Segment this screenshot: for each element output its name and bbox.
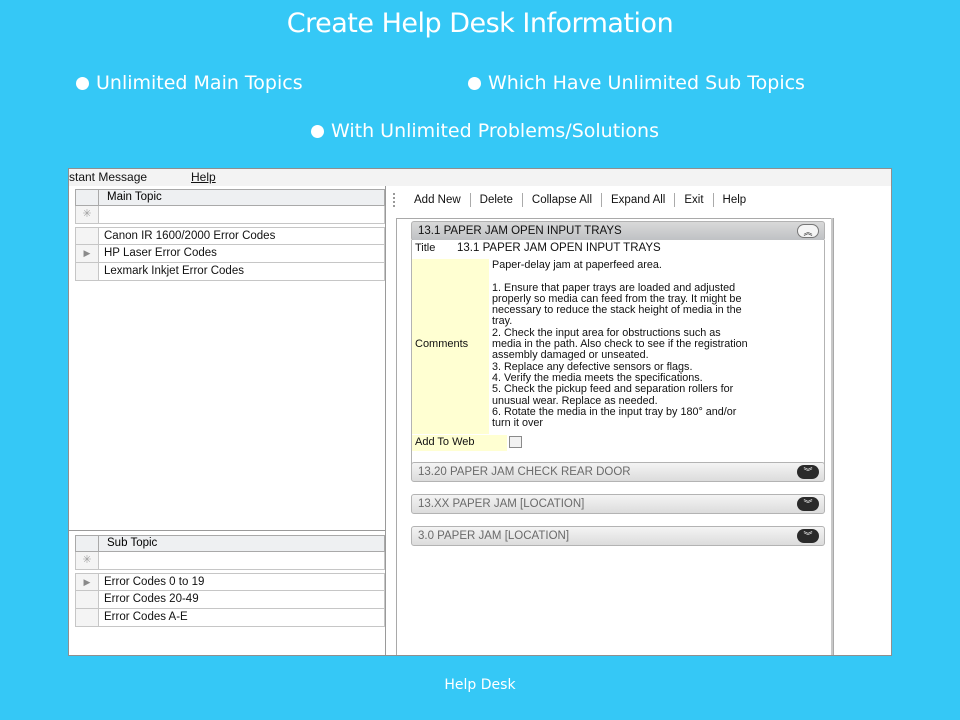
help-desk-window: stant Message Help Main Topic ✳ Canon IR…: [68, 168, 892, 656]
menu-help[interactable]: Help: [191, 170, 216, 184]
topic-pane: Main Topic ✳ Canon IR 1600/2000 Error Co…: [69, 186, 386, 655]
sub-topic-header[interactable]: Sub Topic: [75, 535, 385, 552]
asterisk-icon: ✳: [76, 552, 99, 569]
toolbar: Add New Delete Collapse All Expand All E…: [393, 189, 833, 211]
sub-topic-row[interactable]: ▶ Error Codes 0 to 19: [75, 573, 385, 591]
main-topic-row[interactable]: ▶ HP Laser Error Codes: [75, 245, 385, 263]
sub-topic-header-label: Sub Topic: [107, 537, 158, 549]
triangle-right-icon: ▶: [76, 245, 99, 262]
comments-label: Comments: [415, 338, 469, 350]
panel-header-check-rear-door[interactable]: 13.20 PAPER JAM CHECK REAR DOOR ︾: [411, 462, 825, 482]
triangle-right-icon: ▶: [76, 574, 99, 590]
bullet-text: Unlimited Main Topics: [96, 72, 303, 94]
chevron-down-double-icon[interactable]: ︾: [797, 529, 819, 543]
asterisk-icon: ✳: [76, 206, 99, 223]
toolbar-grip-icon[interactable]: [393, 193, 397, 207]
panel-header-label: 3.0 PAPER JAM [LOCATION]: [418, 530, 570, 542]
comment-line: necessary to reduce the stack height of …: [492, 304, 742, 317]
problem-accordion: 13.1 PAPER JAM OPEN INPUT TRAYS ︽ Title …: [396, 218, 834, 655]
sub-topic-cell: Error Codes A-E: [104, 611, 188, 623]
sub-topic-cell: Error Codes 20-49: [104, 593, 199, 605]
menu-bar: stant Message Help: [69, 169, 891, 186]
comment-line: [492, 271, 822, 282]
comment-line: 5. Check the pickup feed and separation …: [492, 383, 734, 396]
bullet-dot-icon: [468, 76, 481, 90]
panel-header-paper-jam-input-trays[interactable]: 13.1 PAPER JAM OPEN INPUT TRAYS ︽: [411, 221, 825, 241]
slide-title: Create Help Desk Information: [286, 8, 674, 39]
bullet-dot-icon: [311, 124, 324, 138]
add-to-web-checkbox[interactable]: [509, 436, 522, 448]
sub-topic-row[interactable]: Error Codes 20-49: [75, 591, 385, 609]
bullet-text: With Unlimited Problems/Solutions: [331, 120, 659, 142]
row-selector: [76, 609, 99, 626]
sub-topic-new-row[interactable]: ✳: [75, 552, 385, 570]
bullet-main-topics: Unlimited Main Topics: [76, 72, 303, 94]
main-topic-cell: HP Laser Error Codes: [104, 247, 217, 259]
main-topic-row[interactable]: Canon IR 1600/2000 Error Codes: [75, 227, 385, 245]
chevron-down-double-icon[interactable]: ︾: [797, 497, 819, 511]
sub-topic-row[interactable]: Error Codes A-E: [75, 609, 385, 627]
comment-line: turn it over: [492, 417, 544, 430]
main-topic-row[interactable]: Lexmark Inkjet Error Codes: [75, 263, 385, 281]
comment-line: Paper-delay jam at paperfeed area.: [492, 259, 662, 271]
main-topic-header[interactable]: Main Topic: [75, 189, 385, 206]
panel-header-label: 13.XX PAPER JAM [LOCATION]: [418, 498, 585, 510]
panel-header-label: 13.1 PAPER JAM OPEN INPUT TRAYS: [418, 225, 622, 237]
new-row-cell: [99, 206, 104, 223]
accordion-border: [831, 218, 833, 655]
add-new-button[interactable]: Add New: [405, 194, 470, 206]
pane-splitter[interactable]: [69, 530, 386, 533]
slide-footer: Help Desk: [444, 677, 516, 693]
main-topic-cell: Canon IR 1600/2000 Error Codes: [104, 230, 276, 242]
title-field: Title 13.1 PAPER JAM OPEN INPUT TRAYS: [415, 242, 823, 258]
main-topic-header-label: Main Topic: [107, 191, 162, 203]
sub-topic-cell: Error Codes 0 to 19: [104, 576, 205, 588]
bullet-dot-icon: [76, 76, 89, 90]
panel-body-paper-jam-input-trays: Title 13.1 PAPER JAM OPEN INPUT TRAYS Co…: [411, 240, 825, 476]
menu-instant-message[interactable]: stant Message: [69, 170, 147, 184]
main-topic-new-row[interactable]: ✳: [75, 206, 385, 224]
problem-pane: Add New Delete Collapse All Expand All E…: [387, 186, 891, 655]
header-selector-cell: [76, 190, 99, 205]
help-button[interactable]: Help: [714, 194, 756, 206]
row-selector: [76, 228, 99, 244]
bullet-text: Which Have Unlimited Sub Topics: [488, 72, 805, 94]
bullet-sub-topics: Which Have Unlimited Sub Topics: [468, 72, 805, 94]
row-selector: [76, 591, 99, 608]
title-label: Title: [415, 242, 436, 254]
panel-header-3-0-location[interactable]: 3.0 PAPER JAM [LOCATION] ︾: [411, 526, 825, 546]
title-value[interactable]: 13.1 PAPER JAM OPEN INPUT TRAYS: [457, 242, 661, 254]
new-row-cell: [99, 552, 104, 569]
panel-header-xx-location[interactable]: 13.XX PAPER JAM [LOCATION] ︾: [411, 494, 825, 514]
panel-header-label: 13.20 PAPER JAM CHECK REAR DOOR: [418, 466, 631, 478]
main-topic-cell: Lexmark Inkjet Error Codes: [104, 265, 244, 277]
collapse-all-button[interactable]: Collapse All: [523, 194, 601, 206]
expand-all-button[interactable]: Expand All: [602, 194, 674, 206]
bullet-problems-solutions: With Unlimited Problems/Solutions: [311, 120, 659, 142]
comments-label-cell: Comments: [412, 259, 489, 434]
sub-topic-grid: Sub Topic ✳ ▶ Error Codes 0 to 19 Error …: [75, 535, 385, 627]
comments-text[interactable]: Paper-delay jam at paperfeed area. 1. En…: [492, 259, 822, 430]
row-selector: [76, 263, 99, 280]
chevron-down-double-icon[interactable]: ︾: [797, 465, 819, 479]
exit-button[interactable]: Exit: [675, 194, 712, 206]
header-selector-cell: [76, 536, 99, 551]
chevron-up-double-icon[interactable]: ︽: [797, 224, 819, 238]
comment-line: assembly damaged or unseated.: [492, 349, 649, 362]
add-to-web-label: Add To Web: [412, 435, 507, 451]
main-topic-grid: Main Topic ✳ Canon IR 1600/2000 Error Co…: [75, 189, 385, 281]
add-to-web-field: Add To Web: [412, 435, 820, 451]
delete-button[interactable]: Delete: [471, 194, 522, 206]
